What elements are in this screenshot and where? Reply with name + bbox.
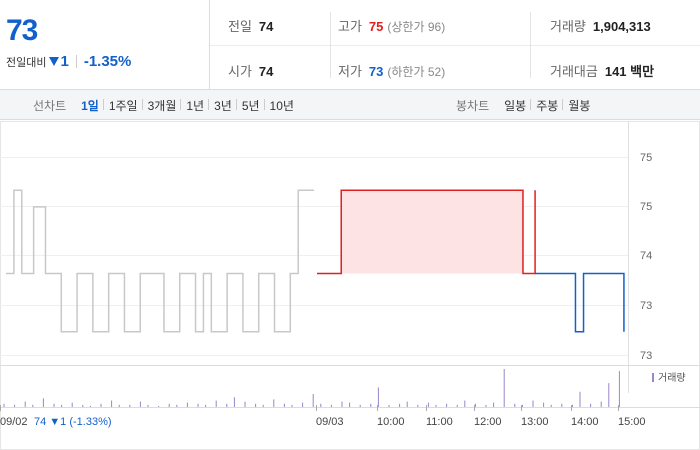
- stat-label: 시가: [228, 64, 252, 79]
- period-tab-4[interactable]: 3년: [208, 97, 237, 114]
- price-chart: 75 75 74 73 73 거래량 09/02 09/03 10:00 11:00 12:00 13…: [0, 121, 700, 450]
- stat-label: 전일: [228, 19, 252, 34]
- line-chart-label: 선차트: [33, 98, 67, 113]
- period-tab-2[interactable]: 3개월: [141, 97, 182, 114]
- quote-panel: 73 전일대비 1 -1.35% 전일 74 고가 75 (상한가 96) 거래…: [0, 0, 700, 90]
- chart-toolbar: 선차트 1일 1주일 3개월 1년 3년 5년 10년 봉차트 일봉 주봉 월봉: [0, 90, 700, 120]
- up-area-fill: [317, 190, 536, 274]
- x-tick-label: 11:00: [426, 416, 453, 428]
- candle-chart-label: 봉차트: [456, 98, 490, 113]
- divider: [330, 12, 331, 78]
- candle-chart-periods: 봉차트 일봉 주봉 월봉: [456, 90, 595, 120]
- volume-legend-swatch: [652, 373, 654, 382]
- stat-value: 73: [368, 64, 384, 79]
- stat-label: 저가: [338, 64, 362, 79]
- chart-frame: [0, 121, 700, 450]
- divider: [210, 45, 700, 46]
- x-tick-label: 12:00: [474, 416, 502, 428]
- volume-legend: 거래량: [658, 372, 686, 384]
- x-tick-label: 15:00: [618, 416, 646, 428]
- x-tick-label: 09/02: [0, 416, 28, 428]
- stat-low: 저가 73 (하한가 52): [338, 61, 445, 80]
- stat-label: 거래대금: [550, 64, 598, 79]
- price-box: 73 전일대비 1 -1.35%: [0, 0, 210, 90]
- change-rate: -1.35%: [83, 53, 132, 70]
- stat-value: 1,904,313: [592, 19, 651, 34]
- change-value: 1: [60, 53, 69, 70]
- stat-value: 74: [258, 19, 274, 34]
- change-label: 전일대비: [6, 56, 47, 69]
- x-tick-label: 14:00: [571, 416, 599, 428]
- price-axis-label: 75: [640, 201, 652, 213]
- today-down-line: [535, 272, 625, 333]
- period-tab-3[interactable]: 1년: [180, 97, 209, 114]
- divider: [530, 12, 531, 78]
- stat-amount: 거래대금 141 백만: [550, 61, 654, 80]
- chart-svg: 75 75 74 73 73 거래량 09/02 09/03 10:00 11:00 12:00 13…: [0, 121, 700, 450]
- down-triangle-icon: [49, 57, 60, 66]
- stat-value: 75: [368, 19, 384, 34]
- stat-prev-close: 전일 74: [228, 16, 273, 35]
- candle-tab-2[interactable]: 월봉: [562, 97, 595, 114]
- line-chart-periods: 선차트 1일 1주일 3개월 1년 3년 5년 10년: [33, 90, 299, 120]
- stat-label: 거래량: [550, 19, 586, 34]
- divider: [75, 55, 77, 68]
- x-tick-label: 09/03: [316, 416, 344, 428]
- stat-high: 고가 75 (상한가 96): [338, 16, 445, 35]
- x-tick-label: 13:00: [521, 416, 549, 428]
- stat-value: 141 백만: [604, 64, 655, 79]
- candle-tab-0[interactable]: 일봉: [499, 97, 531, 114]
- current-price: 73: [6, 14, 38, 47]
- stat-lower-limit: (하한가 52): [387, 65, 446, 79]
- candle-tab-1[interactable]: 주봉: [530, 97, 563, 114]
- period-tab-1[interactable]: 1주일: [102, 97, 143, 114]
- price-axis-label: 73: [640, 300, 652, 312]
- price-axis-label: 74: [640, 250, 652, 262]
- period-tab-0[interactable]: 1일: [76, 97, 104, 114]
- price-axis-label: 73: [640, 350, 652, 362]
- stat-label: 고가: [338, 19, 362, 34]
- stat-upper-limit: (상한가 96): [387, 20, 446, 34]
- x-tick-label: 10:00: [377, 416, 405, 428]
- price-axis-label: 75: [640, 152, 652, 164]
- stat-volume: 거래량 1,904,313: [550, 16, 651, 35]
- stat-open: 시가 74: [228, 61, 273, 80]
- prev-day-line: [6, 189, 314, 333]
- period-tab-5[interactable]: 5년: [235, 97, 265, 114]
- prev-day-summary: 74 ▼1 (-1.33%): [34, 416, 112, 428]
- period-tab-6[interactable]: 10년: [263, 97, 299, 114]
- change-row: 전일대비 1 -1.35%: [6, 53, 131, 70]
- stat-value: 74: [258, 64, 274, 79]
